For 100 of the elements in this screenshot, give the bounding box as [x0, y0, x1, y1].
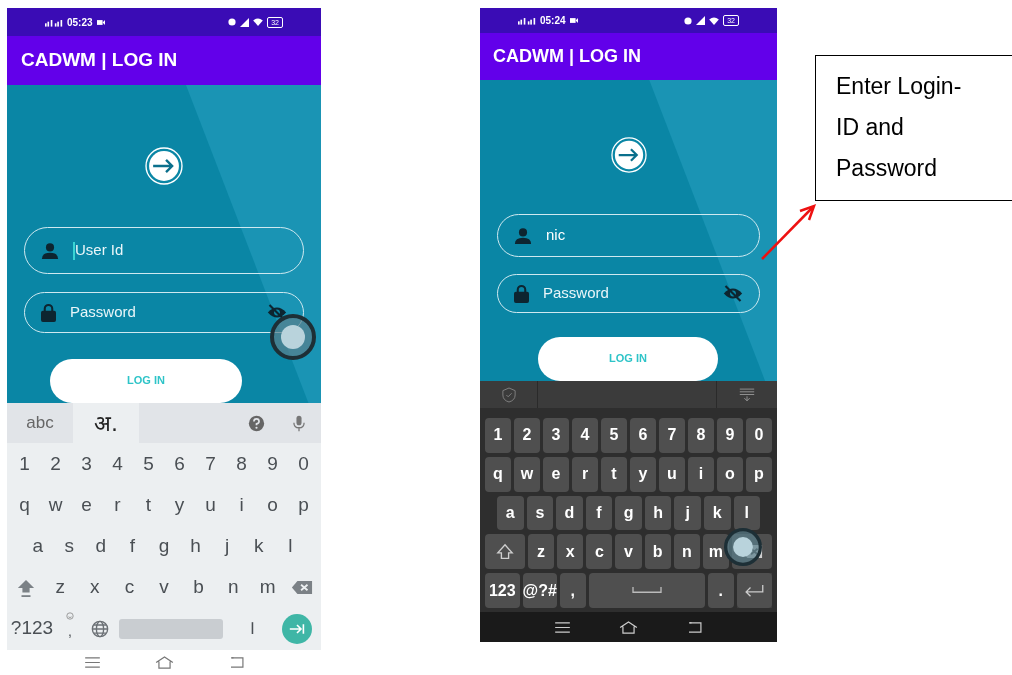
- callout-text: Enter Login-ID and Password: [836, 72, 963, 183]
- keyboard-key[interactable]: m: [702, 534, 729, 570]
- keyboard-key[interactable]: z: [528, 534, 555, 570]
- keyboard-key[interactable]: 4: [102, 444, 133, 485]
- keyboard-key[interactable]: x: [77, 567, 113, 608]
- keyboard-key[interactable]: .: [707, 573, 734, 608]
- keyboard-key[interactable]: b: [644, 534, 671, 570]
- keyboard-key[interactable]: s: [53, 526, 86, 567]
- keyboard-key[interactable]: 3: [543, 418, 569, 453]
- field-value: nic: [546, 225, 566, 246]
- keyboard-key[interactable]: 7: [659, 418, 685, 453]
- keyboard-key[interactable]: t: [133, 485, 164, 526]
- keyboard-key[interactable]: d: [556, 495, 583, 531]
- keyboard-key[interactable]: 0: [288, 444, 319, 485]
- keyboard-key[interactable]: v: [146, 567, 182, 608]
- keyboard-key[interactable]: 2: [40, 444, 71, 485]
- keyboard-key[interactable]: u: [659, 456, 685, 492]
- keyboard-key[interactable]: ।: [227, 608, 275, 649]
- keyboard-key[interactable]: 1: [485, 418, 511, 453]
- keyboard-key[interactable]: k: [703, 495, 731, 531]
- keyboard-key[interactable]: e: [71, 485, 102, 526]
- keyboard-language-tab[interactable]: abc: [7, 403, 73, 443]
- keyboard-key[interactable]: 0: [746, 418, 772, 453]
- keyboard-key[interactable]: e: [543, 456, 569, 492]
- keyboard-key[interactable]: s: [526, 495, 554, 531]
- keyboard-key[interactable]: b: [181, 567, 216, 608]
- keyboard-key[interactable]: j: [674, 495, 701, 531]
- next-field-icon: [289, 622, 305, 635]
- keyboard-key[interactable]: l: [733, 495, 761, 531]
- shift-key[interactable]: [485, 534, 525, 570]
- keyboard-key[interactable]: h: [179, 526, 212, 567]
- keyboard-key[interactable]: g: [615, 495, 642, 531]
- enter-button[interactable]: [282, 613, 312, 644]
- keyboard-key[interactable]: a: [497, 495, 524, 531]
- keyboard-key[interactable]: c: [112, 567, 147, 608]
- keyboard-key[interactable]: n: [215, 567, 251, 608]
- home-icon: [619, 620, 638, 634]
- keyboard-key[interactable]: a: [22, 526, 54, 567]
- keyboard-key[interactable]: 5: [133, 444, 164, 485]
- keyboard-key[interactable]: r: [572, 456, 598, 492]
- keyboard-key[interactable]: z: [43, 567, 78, 608]
- cellular-signal-icon: [45, 17, 63, 27]
- keyboard-key[interactable]: j: [211, 526, 243, 567]
- keyboard-key[interactable]: p: [746, 456, 772, 492]
- keyboard-key[interactable]: 8: [226, 444, 257, 485]
- keyboard-key[interactable]: 5: [601, 418, 627, 453]
- keyboard-key[interactable]: t: [601, 456, 627, 492]
- video-icon: [96, 19, 105, 25]
- symbols-key[interactable]: 123: [485, 573, 520, 608]
- space-bar-icon: [630, 587, 663, 595]
- keyboard-key[interactable]: u: [195, 485, 226, 526]
- enter-key[interactable]: [736, 573, 773, 608]
- keyboard-key[interactable]: 9: [717, 418, 743, 453]
- keyboard-key[interactable]: l: [274, 526, 307, 567]
- keyboard-key[interactable]: 9: [257, 444, 288, 485]
- keyboard-key[interactable]: k: [242, 526, 275, 567]
- video-icon: [569, 18, 578, 23]
- alarm-icon: [228, 18, 237, 26]
- emoji-comma-key[interactable]: ,: [55, 608, 85, 649]
- keyboard-key[interactable]: o: [717, 456, 743, 492]
- keyboard-key[interactable]: m: [250, 567, 286, 608]
- keyboard-key[interactable]: o: [257, 485, 288, 526]
- keyboard-key[interactable]: p: [288, 485, 319, 526]
- keyboard-key[interactable]: q: [9, 485, 40, 526]
- keyboard-language-tab[interactable]: अ.: [73, 403, 139, 443]
- keyboard-key[interactable]: n: [673, 534, 700, 570]
- keyboard-key[interactable]: i: [226, 485, 257, 526]
- keyboard-key[interactable]: 7: [195, 444, 226, 485]
- symbols-key[interactable]: @?#: [522, 573, 557, 608]
- keyboard-key[interactable]: 3: [71, 444, 102, 485]
- keyboard-key[interactable]: r: [102, 485, 133, 526]
- keyboard-key[interactable]: x: [557, 534, 584, 570]
- keyboard-key[interactable]: v: [615, 534, 642, 570]
- field-placeholder: User Id: [75, 240, 124, 261]
- keyboard-key[interactable]: d: [85, 526, 117, 567]
- keyboard-key[interactable]: 6: [164, 444, 195, 485]
- keyboard-key[interactable]: f: [116, 526, 149, 567]
- keyboard-key[interactable]: i: [688, 456, 714, 492]
- keyboard-key[interactable]: 8: [688, 418, 714, 453]
- keyboard-key[interactable]: 4: [572, 418, 598, 453]
- keyboard-key[interactable]: f: [585, 495, 613, 531]
- keyboard-key[interactable]: 6: [630, 418, 656, 453]
- keyboard-key[interactable]: 2: [514, 418, 540, 453]
- keyboard-key[interactable]: c: [586, 534, 613, 570]
- keyboard-key[interactable]: w: [40, 485, 71, 526]
- enter-icon: [743, 583, 766, 598]
- keyboard-key[interactable]: h: [644, 495, 672, 531]
- back-icon: [687, 621, 703, 633]
- keyboard-key[interactable]: y: [164, 485, 195, 526]
- keyboard-key[interactable]: g: [148, 526, 180, 567]
- keyboard-key[interactable]: ,: [560, 573, 586, 608]
- keyboard-hide-icon: [738, 387, 756, 402]
- back-icon: [228, 657, 244, 668]
- symbols-key[interactable]: ?123: [9, 608, 55, 649]
- keyboard-key[interactable]: w: [514, 456, 540, 492]
- eye-slash-icon: [723, 285, 743, 302]
- status-time: 05:23: [67, 15, 93, 30]
- keyboard-key[interactable]: q: [485, 456, 511, 492]
- keyboard-key[interactable]: 1: [9, 444, 40, 485]
- keyboard-key[interactable]: y: [630, 456, 656, 492]
